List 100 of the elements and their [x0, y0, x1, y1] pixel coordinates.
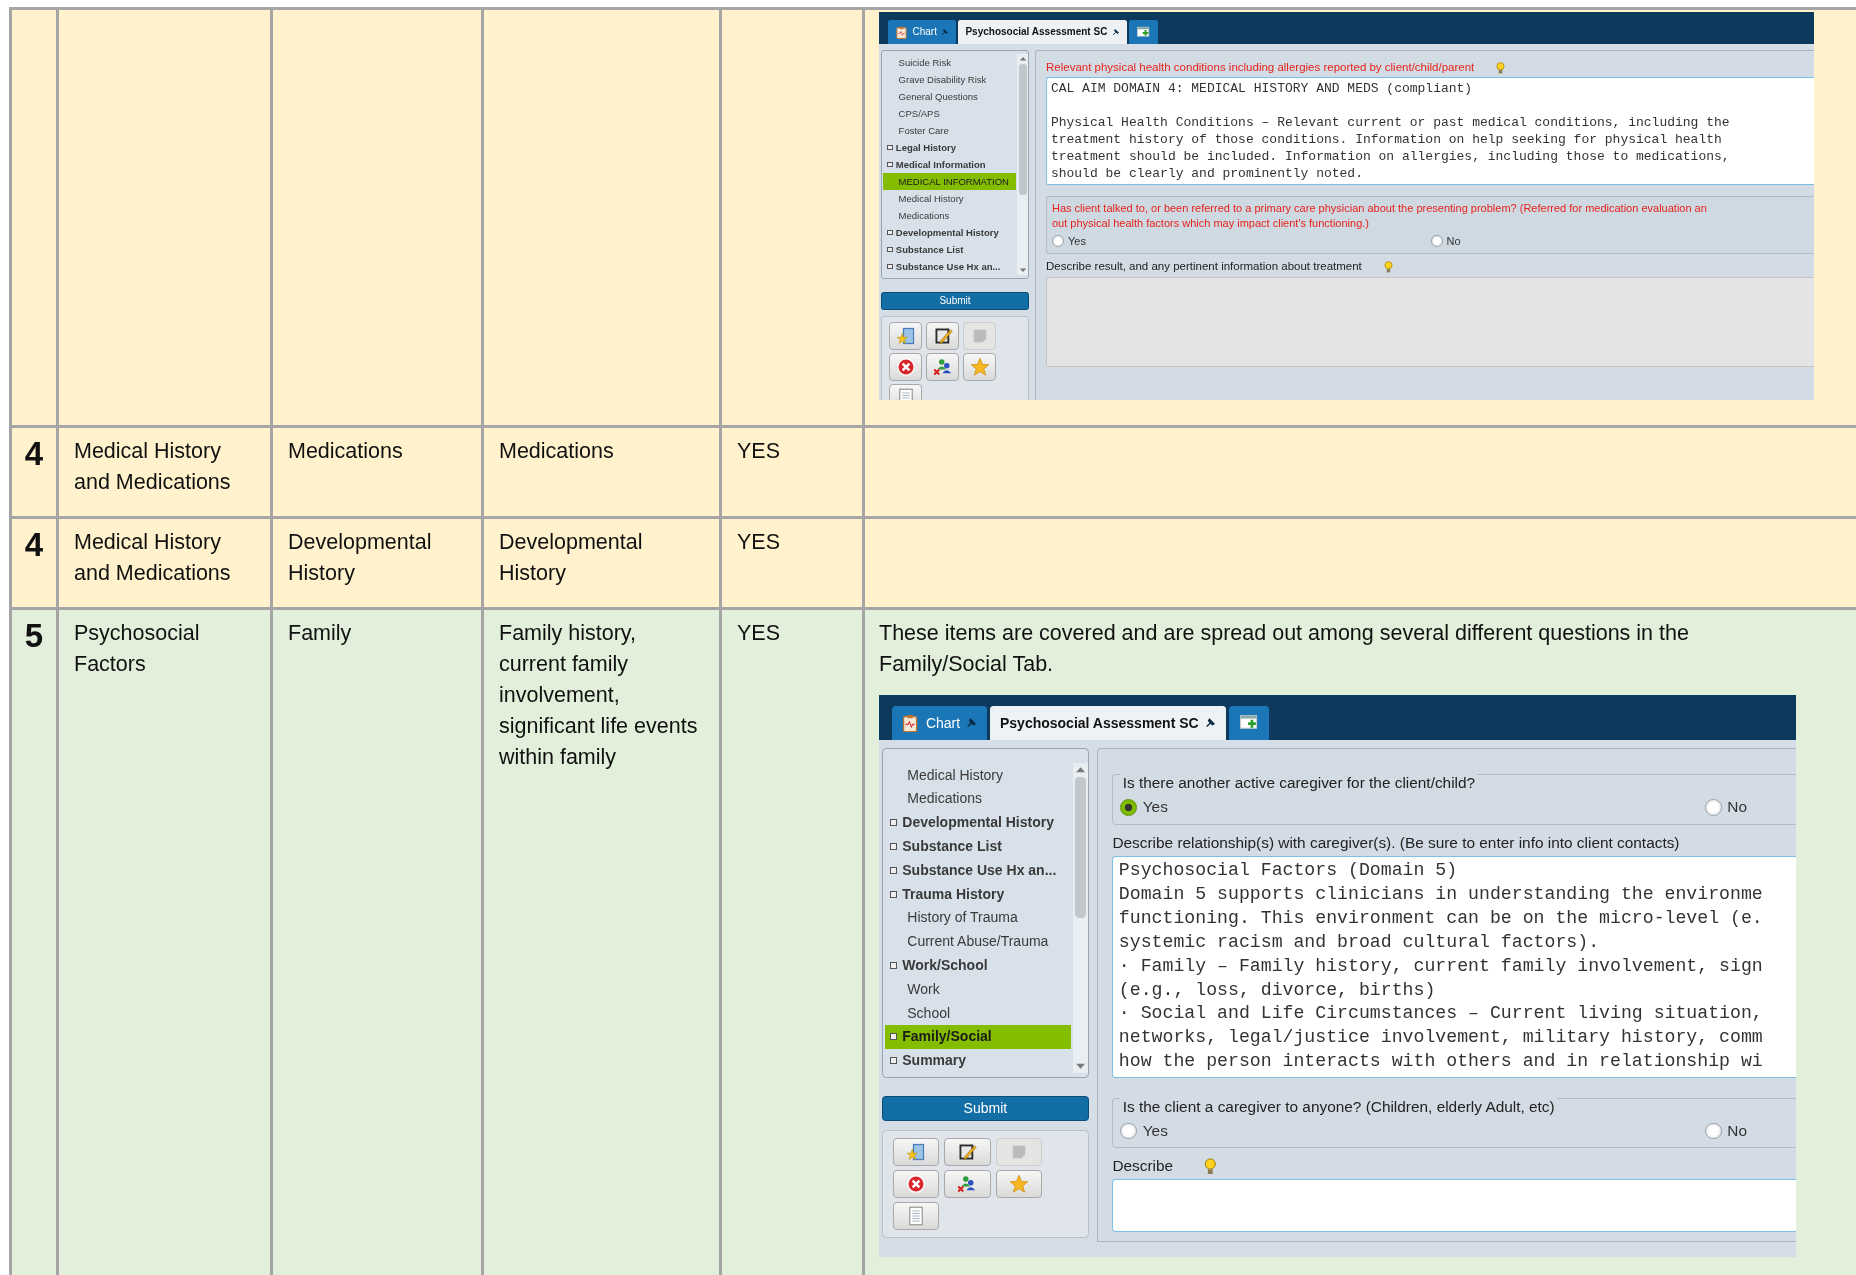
bullet-icon: [887, 263, 893, 270]
document-star-icon: [905, 1141, 926, 1162]
window-plus-icon: [1136, 25, 1150, 39]
bullet-icon: [887, 144, 893, 151]
nav-item[interactable]: General Questions: [883, 88, 1016, 105]
nav-item[interactable]: Developmental History: [884, 810, 1071, 835]
submit-button[interactable]: Submit: [881, 292, 1029, 310]
clipboard-icon: [901, 713, 920, 733]
nav-item[interactable]: Substance List: [884, 834, 1071, 859]
question-text: Is the client a caregiver to anyone? (Children, elderly Adult, etc): [1120, 1096, 1557, 1118]
scroll-down-icon[interactable]: [1018, 268, 1027, 273]
bullet-icon: [887, 246, 893, 253]
close-circle-icon: [895, 357, 916, 377]
text-area[interactable]: [1112, 1179, 1796, 1233]
field-label: Describe result, and any pertinent information about treatment: [1046, 260, 1362, 275]
field-label: Relevant physical health conditions including allergies reported by client/child/parent: [1046, 61, 1475, 75]
table-cell: Family: [288, 621, 352, 645]
submit-button[interactable]: Submit: [881, 1095, 1089, 1122]
radio-label[interactable]: Yes: [1142, 1121, 1168, 1141]
radio-label[interactable]: Yes: [1068, 234, 1086, 248]
nav-item[interactable]: Suicide Risk: [883, 54, 1016, 71]
bullet-icon: [890, 1033, 898, 1041]
text-area[interactable]: Psychosocial Factors (Domain 5) Domain 5 supports clinicians in understanding the environme functioning. This environment can be on the micro-level (e. systemic racism and broad cultural factors). · Family – Family history, current family involvement, sign (e.g., loss, divorce, births) · Social and Life Circumstances – Current living situation, networks, legal/justice involvement, military history, comm how the person interacts with others and in relationship wi: [1112, 855, 1796, 1078]
document-star-icon: [895, 326, 916, 346]
pin-icon: [1204, 717, 1217, 729]
radio-button[interactable]: [1052, 235, 1064, 248]
new-tab-button[interactable]: [1128, 20, 1158, 44]
radio-button[interactable]: [1120, 798, 1138, 816]
text-area[interactable]: CAL AIM DOMAIN 4: MEDICAL HISTORY AND MEDS (compliant) Physical Health Conditions – Relevant current or past medical conditions, including the treatment history of those conditions. Information on help seeking for physical health treatment should be included. Information on allergies, including those to medications, should be clearly and prominently noted.: [1046, 77, 1814, 186]
nav-item[interactable]: Legal History: [883, 139, 1016, 156]
nav-item[interactable]: Medications: [884, 787, 1071, 811]
nav-item[interactable]: Work/School: [884, 953, 1071, 978]
star-icon: [1009, 1173, 1030, 1194]
tab[interactable]: Chart: [891, 706, 988, 740]
bullet-icon: [890, 843, 898, 850]
nav-item[interactable]: School: [884, 1001, 1071, 1025]
radio-button[interactable]: [1704, 1122, 1722, 1140]
nav-item[interactable]: Substance List: [883, 241, 1016, 258]
radio-label[interactable]: No: [1727, 1121, 1747, 1141]
radio-label[interactable]: No: [1727, 798, 1747, 817]
bullet-icon: [887, 161, 893, 168]
domain-number: 4: [24, 435, 44, 472]
scrollbar-thumb[interactable]: [1074, 777, 1086, 918]
toolbar-button[interactable]: [926, 353, 959, 381]
radio-button[interactable]: [1704, 798, 1722, 816]
question-text: Is there another active caregiver for the client/child?: [1120, 772, 1478, 794]
radio-label[interactable]: No: [1446, 234, 1461, 248]
table-cell: Medications: [499, 439, 614, 463]
table-cell: YES: [737, 530, 781, 554]
nav-item[interactable]: History of Trauma: [884, 905, 1071, 930]
nav-item[interactable]: CPS/APS: [883, 105, 1016, 122]
radio-button[interactable]: [1430, 235, 1443, 248]
nav-item[interactable]: Developmental History: [883, 224, 1016, 241]
table-cell: YES: [737, 439, 781, 463]
domain-number: 5: [24, 617, 44, 654]
table-cell: Family history, current family involvement, significant life events within family: [499, 621, 698, 769]
bullet-icon: [890, 866, 898, 874]
pin-icon: [1111, 28, 1120, 36]
nav-item[interactable]: Substance Use Hx an...: [883, 258, 1016, 275]
nav-item[interactable]: Family/Social: [884, 1024, 1071, 1049]
nav-item[interactable]: Medications: [883, 207, 1016, 224]
nav-item[interactable]: Medical History: [883, 190, 1016, 207]
table-cell: Medications: [288, 439, 403, 463]
nav-item[interactable]: Foster Care: [883, 122, 1016, 139]
field-label: Describe relationship(s) with caregiver(s). (Be sure to enter info into client contacts): [1112, 833, 1680, 853]
scrollbar-thumb[interactable]: [1018, 64, 1027, 195]
radio-label[interactable]: Yes: [1142, 798, 1168, 817]
tab[interactable]: Psychosocial Assessment SC: [990, 706, 1226, 740]
radio-button[interactable]: [1120, 1122, 1138, 1140]
nav-item[interactable]: Work: [884, 977, 1071, 1002]
scrollbar[interactable]: [1017, 54, 1028, 275]
scrollbar[interactable]: [1072, 763, 1088, 1073]
nav-item[interactable]: Current Abuse/Trauma: [884, 929, 1071, 954]
nav-item[interactable]: Summary: [884, 1048, 1071, 1073]
scroll-down-icon[interactable]: [1074, 1062, 1086, 1070]
table-cell: Medical History and Medications: [74, 439, 231, 494]
toolbar-button[interactable]: [926, 322, 959, 350]
bullet-icon: [890, 819, 898, 827]
star-icon: [969, 357, 990, 377]
toolbar-button[interactable]: [944, 1137, 991, 1166]
bullet-icon: [887, 229, 893, 236]
clipboard-icon: [895, 25, 908, 39]
nav-item[interactable]: Medical History: [884, 763, 1071, 787]
new-tab-button[interactable]: [1228, 706, 1270, 740]
table-cell: Medical History and Medications: [74, 530, 231, 585]
question-text: Has client talked to, or been referred to a primary care physician about the presenting problem? (Referred for medication evaluation an out physical health factors which may impact client's functioning.): [1052, 201, 1707, 230]
tab[interactable]: Psychosocial Assessment SC: [958, 20, 1127, 44]
domain-number: 4: [24, 526, 44, 563]
table-cell: Psychosocial Factors: [74, 621, 200, 676]
nav-item[interactable]: Trauma History: [884, 882, 1071, 906]
nav-item[interactable]: Medical Information: [883, 156, 1016, 173]
scroll-up-icon[interactable]: [1074, 766, 1086, 773]
tab[interactable]: Chart: [888, 20, 957, 44]
nav-item[interactable]: Grave Disability Risk: [883, 71, 1016, 88]
bullet-icon: [890, 962, 898, 969]
table-cell-text: These items are covered and are spread out among several different questions in the Family/Social Tab.: [879, 620, 1690, 678]
bullet-icon: [890, 1057, 898, 1065]
nav-item[interactable]: MEDICAL INFORMATION: [883, 173, 1016, 190]
nav-item[interactable]: Substance Use Hx an...: [884, 858, 1071, 883]
scroll-up-icon[interactable]: [1018, 56, 1027, 61]
